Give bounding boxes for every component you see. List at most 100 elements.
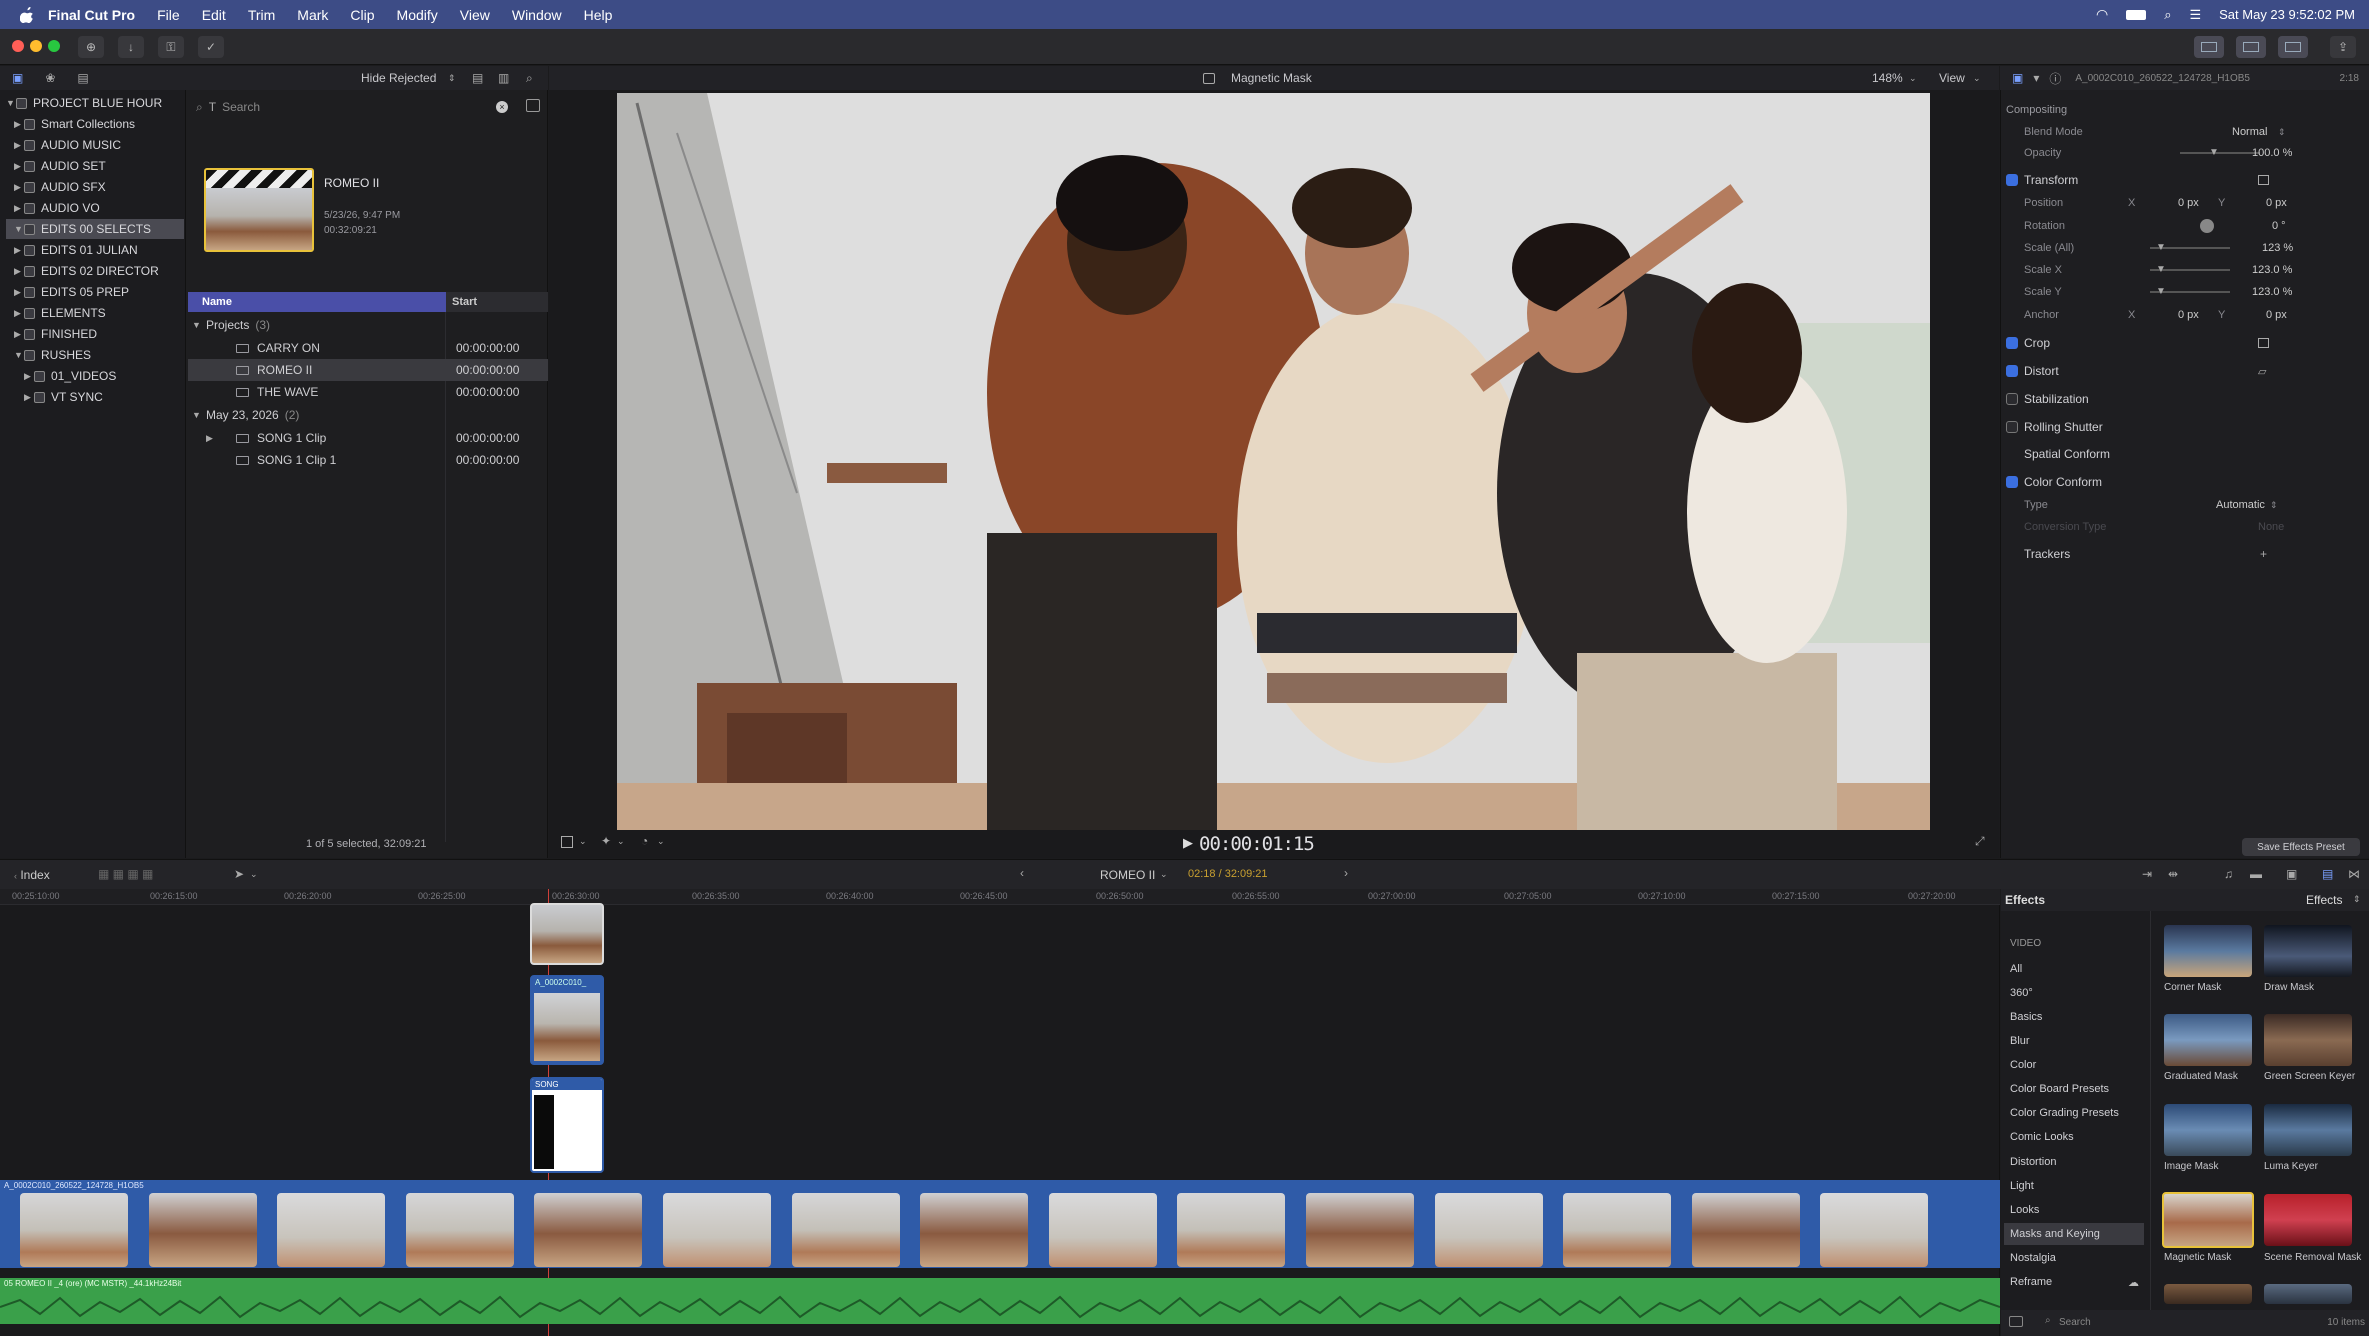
effects-category-distortion[interactable]: Distortion [2004,1151,2144,1173]
group-date[interactable]: ▼ May 23, 2026 (2) [188,404,548,426]
popup-chevron-icon[interactable]: ⇕ [2270,500,2278,511]
sidebar-item-smart-collections[interactable]: ▶ Smart Collections [6,114,184,134]
speed-icon[interactable]: ◔ [641,834,648,848]
transform-checkbox[interactable] [2006,174,2018,186]
skimming-icon[interactable]: ⇹ [2168,867,2178,881]
list-item[interactable]: THE WAVE 00:00:00:00 [188,381,548,403]
battery-icon[interactable] [2126,9,2147,20]
menu-window[interactable]: Window [512,7,562,23]
color-conform-section[interactable]: Color Conform [2006,472,2102,492]
compositing-section[interactable]: Compositing [2006,100,2067,120]
color-inspector-icon[interactable]: ▾ [2033,71,2039,85]
menu-help[interactable]: Help [584,7,613,23]
search-icon[interactable]: ⌕ [526,71,533,86]
effects-sidebar-toggle-icon[interactable] [2009,1316,2023,1327]
opacity-slider[interactable] [2180,152,2260,154]
effects-category-reframe[interactable]: Reframe ☁ [2004,1271,2144,1293]
show-browser-button[interactable] [2194,36,2224,58]
filmstrip-view-icon[interactable]: ▥ [498,71,509,85]
transitions-browser-icon[interactable]: ⋈ [2348,867,2360,881]
sidebar-item-edits-02-director[interactable]: ▶ EDITS 02 DIRECTOR [6,261,184,281]
crop-checkbox[interactable] [2006,337,2018,349]
effect-thumb-luma-keyer[interactable] [2264,1104,2352,1156]
opacity-slider-knob[interactable]: ▼ [2209,147,2219,158]
effect-thumb-corner-mask[interactable] [2164,925,2252,977]
scale-all-value[interactable]: 123 % [2262,242,2293,254]
effects-filter-popup[interactable]: Effects [2306,893,2342,907]
clip-appearance-icon[interactable]: ▤ [472,71,483,85]
menu-edit[interactable]: Edit [202,7,226,23]
sidebar-item-elements[interactable]: ▶ ELEMENTS [6,303,184,323]
viewer-timecode[interactable]: 00:00:01:15 [1199,833,1315,855]
sidebar-item-edits-05-prep[interactable]: ▶ EDITS 05 PREP [6,282,184,302]
effects-category-blur[interactable]: Blur [2004,1030,2144,1052]
import-button[interactable]: ⊕ [78,36,104,58]
connected-clip[interactable] [530,903,604,965]
effect-thumb-magnetic-mask[interactable] [2162,1192,2254,1248]
menu-file[interactable]: File [157,7,180,23]
effect-thumb-partial[interactable] [2264,1284,2352,1304]
speed-chevron-icon[interactable]: ⌄ [657,836,665,847]
anchor-y-value[interactable]: 0 px [2266,309,2287,321]
connected-clip[interactable]: SONG [530,1077,604,1173]
crop-onscreen-icon[interactable] [2258,338,2269,348]
keywords-button[interactable]: ⚿ [158,36,184,58]
zoom-window-button[interactable] [48,40,60,52]
rolling-shutter-section[interactable]: Rolling Shutter [2006,417,2103,437]
effects-category-color[interactable]: Color [2004,1054,2144,1076]
list-item[interactable]: SONG 1 Clip 1 00:00:00:00 [188,449,548,471]
effects-category-nostalgia[interactable]: Nostalgia [2004,1247,2144,1269]
control-center-icon[interactable]: ☰ [2189,7,2201,23]
view-menu[interactable]: View [1939,71,1965,85]
zoom-chevron-icon[interactable]: ⌄ [1909,73,1917,84]
effect-thumb-image-mask[interactable] [2164,1104,2252,1156]
effects-search-field[interactable]: Search [2059,1317,2091,1328]
trackers-section[interactable]: Trackers + [2024,544,2267,564]
wifi-icon[interactable]: ◠ [2096,6,2108,23]
column-start-header[interactable]: Start [452,296,477,308]
video-frame[interactable] [617,93,1930,830]
transform-section[interactable]: Transform [2006,170,2269,190]
history-forward-icon[interactable]: › [1344,866,1348,880]
effects-category-color-board-presets[interactable]: Color Board Presets [2004,1078,2144,1100]
effect-thumb-green-screen-keyer[interactable] [2264,1014,2352,1066]
effects-category-masks-and-keying[interactable]: Masks and Keying [2004,1223,2144,1245]
position-y-value[interactable]: 0 px [2266,197,2287,209]
type-popup[interactable]: Automatic [2216,499,2265,511]
menu-view[interactable]: View [460,7,490,23]
history-back-icon[interactable]: ‹ [1020,866,1024,880]
effects-category-360[interactable]: 360° [2004,982,2144,1004]
tool-chevron-icon[interactable]: ⌄ [250,869,258,880]
show-timeline-button[interactable] [2236,36,2266,58]
enhance-chevron-icon[interactable]: ⌄ [617,836,625,847]
rotation-dial-icon[interactable] [2200,219,2214,233]
zoom-popup[interactable]: 148% [1872,71,1903,85]
clip-thumbnail[interactable] [204,168,314,252]
close-window-button[interactable] [12,40,24,52]
effect-thumb-partial[interactable] [2164,1284,2252,1304]
hide-rejected-filter[interactable]: Hide Rejected [361,71,436,85]
blend-mode-popup[interactable]: Normal [2232,126,2267,138]
clip-appearance-button[interactable]: ▦ ▦ ▦ ▦ [98,867,153,881]
effect-thumb-graduated-mask[interactable] [2164,1014,2252,1066]
list-item[interactable]: CARRY ON 00:00:00:00 [188,337,548,359]
menu-modify[interactable]: Modify [397,7,438,23]
column-name-header[interactable]: Name [188,292,446,312]
audio-skimming-icon[interactable]: ♫ [2224,867,2233,881]
save-effects-preset-button[interactable]: Save Effects Preset [2242,838,2360,856]
primary-clip-bar[interactable]: A_0002C010_260522_124728_H1OB5 [0,1180,2000,1192]
anchor-x-value[interactable]: 0 px [2178,309,2199,321]
scale-x-knob[interactable]: ▼ [2156,264,2166,275]
effect-thumb-draw-mask[interactable] [2264,925,2352,977]
photos-icon[interactable]: ❀ [45,71,55,85]
sidebar-item-finished[interactable]: ▶ FINISHED [6,324,184,344]
popup-chevron-icon[interactable]: ⇕ [2353,894,2361,905]
video-inspector-icon[interactable]: ▣ [2012,71,2023,85]
sidebar-item-edits-00-selects[interactable]: ▼ EDITS 00 SELECTS [6,219,184,239]
titles-icon[interactable]: ▤ [77,71,88,85]
scale-x-value[interactable]: 123.0 % [2252,264,2292,276]
info-inspector-icon[interactable]: ⓘ [2049,70,2061,87]
share-button[interactable]: ⇪ [2330,36,2356,58]
project-chevron-icon[interactable]: ⌄ [1160,869,1168,880]
view-chevron-icon[interactable]: ⌄ [1973,73,1981,84]
